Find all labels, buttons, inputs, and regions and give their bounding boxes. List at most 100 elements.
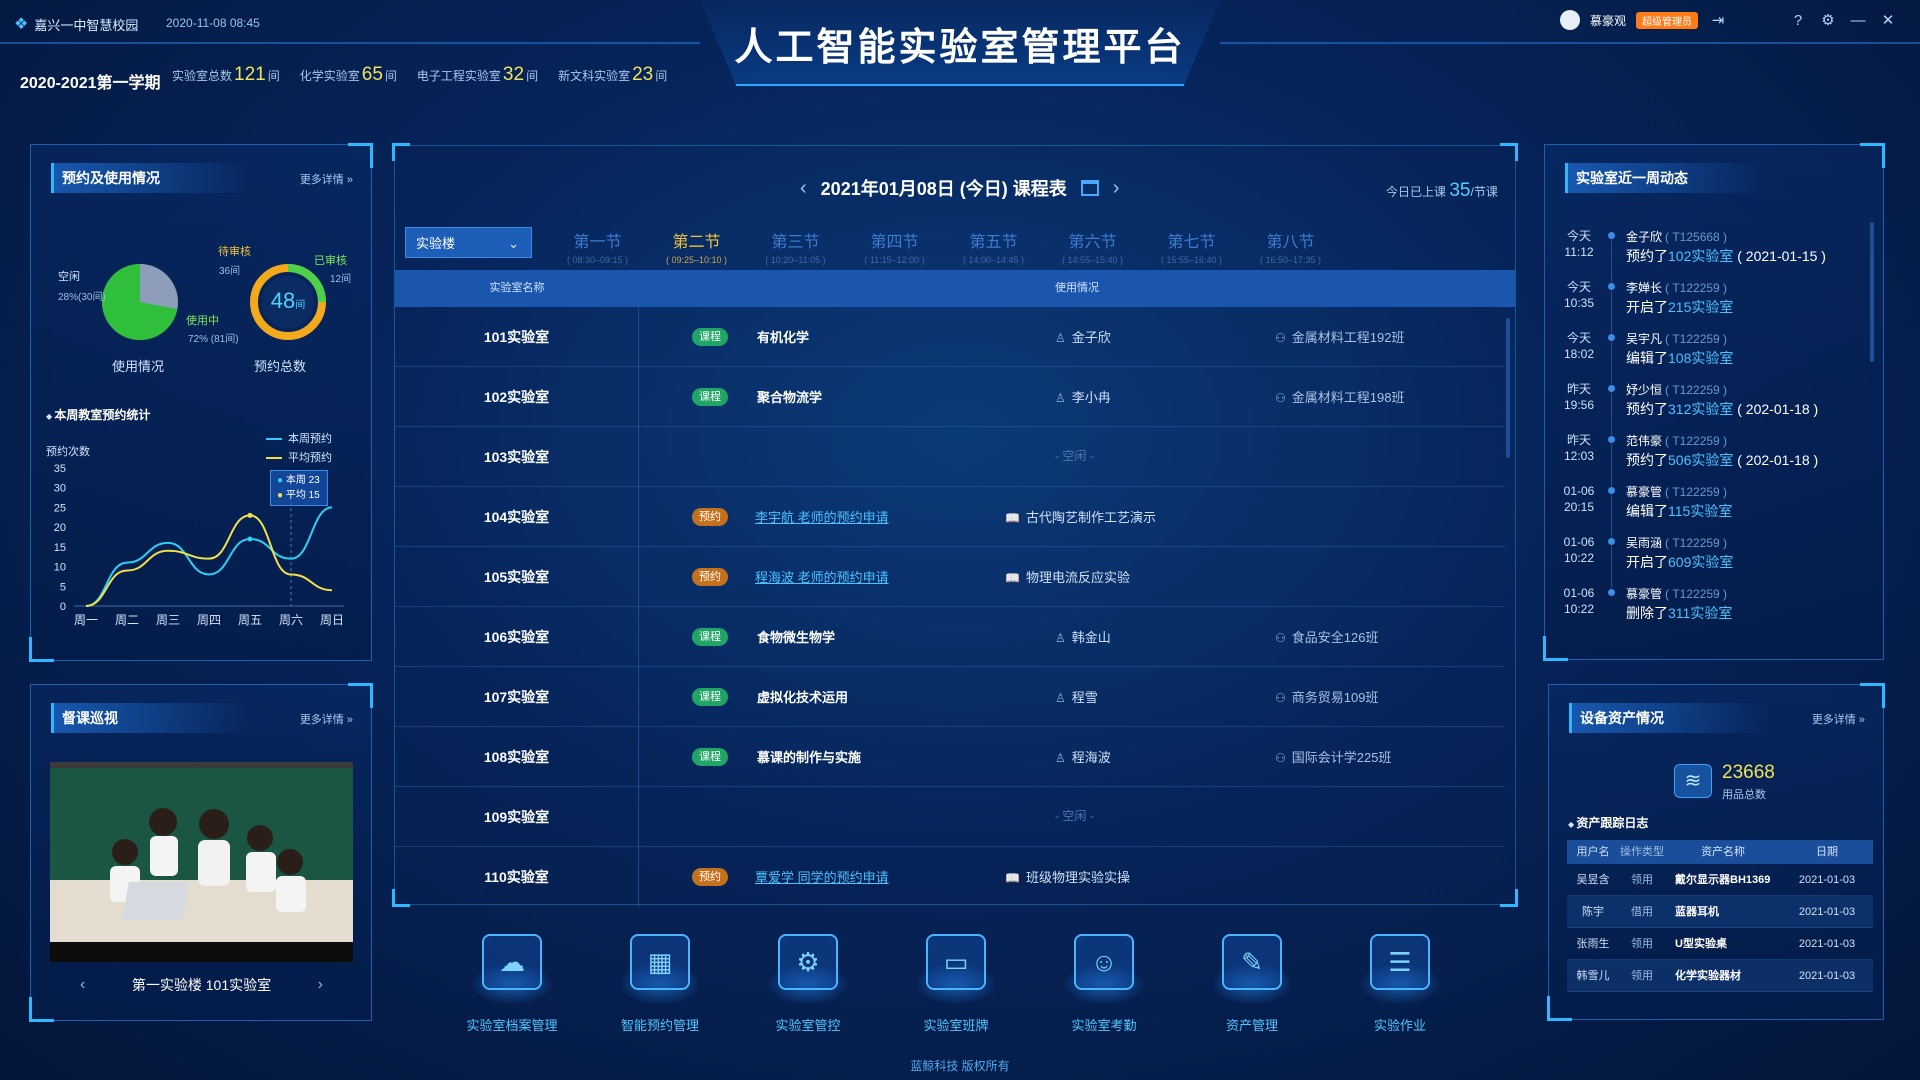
activity-room[interactable]: 102实验室 xyxy=(1668,248,1733,264)
weekly-ylabel: 预约次数 xyxy=(46,446,90,458)
module-booking[interactable]: ▦ 智能预约管理 xyxy=(586,930,734,1040)
activity-room[interactable]: 108实验室 xyxy=(1668,350,1733,366)
prev-day-button[interactable]: ‹ xyxy=(800,177,807,200)
module-homework[interactable]: ☰ 实验作业 xyxy=(1326,930,1474,1040)
period-name: 第四节 xyxy=(870,234,919,251)
row-experiment: 📖 古代陶艺制作工艺演示 xyxy=(1005,507,1156,526)
help-icon[interactable]: ? xyxy=(1788,10,1808,30)
table-row[interactable]: 107实验室 课程 虚拟化技术运用 ♙ 程雪 ⚇ 商务贸易109班 xyxy=(395,667,1505,727)
avatar[interactable] xyxy=(1559,10,1580,30)
table-row[interactable]: 103实验室 - 空闲 - xyxy=(395,427,1505,487)
activity-room[interactable]: 609实验室 xyxy=(1668,554,1733,570)
activity-user-name: 吴雨涵 xyxy=(1626,536,1663,550)
module-control[interactable]: ⚙ 实验室管控 xyxy=(734,930,882,1040)
logout-icon[interactable]: ⇥ xyxy=(1708,10,1728,30)
patrol-next-button[interactable]: › xyxy=(288,976,353,994)
period-time: ( 14:55–15:40 ) xyxy=(1061,255,1124,265)
x-tick-label: 周三 xyxy=(156,613,180,627)
activity-when: 昨天 12:03 xyxy=(1560,432,1598,464)
period-time: ( 09:25–10:10 ) xyxy=(665,255,728,265)
module-assets[interactable]: ✎ 资产管理 xyxy=(1178,930,1326,1040)
activity-when: 今天 18:02 xyxy=(1560,330,1598,362)
usage-caption: 使用情况 xyxy=(112,359,165,374)
stat-label: 电子工程实验室 xyxy=(416,69,501,83)
assets-more-link[interactable]: 更多详情 » xyxy=(1812,711,1865,727)
booking-request-link[interactable]: 李宇航 老师的预约申请 xyxy=(755,507,889,526)
activity-verb: 删除了 xyxy=(1626,605,1668,621)
table-row[interactable]: 109实验室 - 空闲 - xyxy=(395,787,1505,847)
activity-user-name: 吴宇凡 xyxy=(1626,332,1663,346)
module-bar: ☁ 实验室档案管理 ▦ 智能预约管理 ⚙ 实验室管控 ▭ 实验室班牌 ☺ 实验室考勤 ✎ 资… xyxy=(438,930,1474,1040)
patrol-prev-button[interactable]: ‹ xyxy=(50,976,115,994)
activity-room[interactable]: 115实验室 xyxy=(1668,503,1732,519)
assets-panel-title: 设备资产情况 xyxy=(1569,703,1769,733)
tab-period-3[interactable]: 第三节 ( 10:20–11:05 ) xyxy=(746,228,845,265)
homework-icon: ☰ xyxy=(1370,934,1430,990)
table-row[interactable]: 106实验室 课程 食物微生物学 ♙ 韩金山 ⚇ 食品安全126班 xyxy=(395,607,1505,667)
close-icon[interactable]: ✕ xyxy=(1878,10,1898,30)
activity-user: 李婵长( T122259 ) xyxy=(1626,279,1727,296)
teacher-name: 韩金山 xyxy=(1071,630,1111,645)
minimize-icon[interactable]: — xyxy=(1848,10,1868,30)
gear-icon[interactable]: ⚙ xyxy=(1818,10,1838,30)
module-attendance[interactable]: ☺ 实验室考勤 xyxy=(1030,930,1178,1040)
tab-period-7[interactable]: 第七节 ( 15:55–16:40 ) xyxy=(1142,228,1241,265)
activity-action: 预约了102实验室 ( 2021-01-15 ) xyxy=(1626,246,1826,266)
schedule-scrollbar[interactable] xyxy=(1506,318,1510,458)
activity-room[interactable]: 215实验室 xyxy=(1668,299,1733,315)
lab-stats: 实验室总数 121 间 化学实验室 65 间 电子工程实验室 32 间 新文科实验室 23 间 xyxy=(172,64,667,86)
tab-period-4[interactable]: 第四节 ( 11:15–12:00 ) xyxy=(845,228,944,265)
table-row[interactable]: 105实验室 预约 程海波 老师的预约申请 📖 物理电流反应实验 xyxy=(395,547,1505,607)
tab-period-1[interactable]: 第一节 ( 08:30–09:15 ) xyxy=(548,228,647,265)
row-room: 103实验室 xyxy=(395,427,639,487)
table-row[interactable]: 韩雪儿 领用 化学实验器材 2021-01-03 xyxy=(1567,960,1873,992)
tab-period-5[interactable]: 第五节 ( 14:00–14:45 ) xyxy=(944,228,1043,265)
table-row[interactable]: 110实验室 预约 覃爱学 同学的预约申请 📖 班级物理实验实操 xyxy=(395,847,1505,907)
table-row[interactable]: 108实验室 课程 慕课的制作与实施 ♙ 程海波 ⚇ 国际会计学225班 xyxy=(395,727,1505,787)
activity-time: 19:56 xyxy=(1563,398,1595,412)
data-point xyxy=(247,512,253,518)
asset-total: 23668 xyxy=(1722,762,1775,783)
page-title: 人工智能实验室管理平台 xyxy=(734,27,1186,69)
table-row[interactable]: 陈宇 借用 蓝器耳机 2021-01-03 xyxy=(1567,896,1873,928)
user-name[interactable]: 慕豪观 xyxy=(1590,12,1626,29)
booking-request-link[interactable]: 程海波 老师的预约申请 xyxy=(755,567,889,586)
patrol-video[interactable] xyxy=(50,762,353,962)
class-name: 商务贸易109班 xyxy=(1291,690,1379,705)
cloud-archive-icon: ☁ xyxy=(482,934,542,990)
classroom-image xyxy=(50,762,353,962)
tab-period-8[interactable]: 第八节 ( 16:50–17:35 ) xyxy=(1241,228,1340,265)
timeline-dot xyxy=(1608,283,1615,290)
activity-room[interactable]: 312实验室 xyxy=(1668,401,1733,417)
next-day-button[interactable]: › xyxy=(1113,177,1120,200)
y-tick-label: 0 xyxy=(60,601,66,613)
table-row[interactable]: 101实验室 课程 有机化学 ♙ 金子欣 ⚇ 金属材料工程192班 xyxy=(395,307,1505,367)
row-subject: 有机化学 xyxy=(757,330,810,345)
activity-time: 12:03 xyxy=(1563,449,1595,463)
row-class: ⚇ 国际会计学225班 xyxy=(1275,747,1391,766)
table-row[interactable]: 吴昱含 领用 戴尔显示器BH1369 2021-01-03 xyxy=(1567,864,1873,896)
timeline-dot xyxy=(1608,436,1615,443)
module-archive[interactable]: ☁ 实验室档案管理 xyxy=(438,930,586,1040)
calendar-icon[interactable] xyxy=(1080,180,1099,196)
y-tick-label: 20 xyxy=(54,522,66,534)
activity-room[interactable]: 311实验室 xyxy=(1668,605,1732,621)
period-time: ( 16:50–17:35 ) xyxy=(1259,255,1322,265)
stat-electronics: 电子工程实验室 32 间 xyxy=(417,64,538,86)
pending-value: 36间 xyxy=(219,266,241,277)
activity-verb: 预约了 xyxy=(1626,401,1668,417)
usage-more-link[interactable]: 更多详情 » xyxy=(300,171,353,187)
building-select[interactable]: 实验楼 ⌄ xyxy=(405,227,532,258)
activity-verb: 预约了 xyxy=(1626,452,1668,468)
patrol-more-link[interactable]: 更多详情 » xyxy=(300,711,353,727)
activity-day: 01-06 xyxy=(1563,484,1595,498)
table-row[interactable]: 104实验室 预约 李宇航 老师的预约申请 📖 古代陶艺制作工艺演示 xyxy=(395,487,1505,547)
table-row[interactable]: 102实验室 课程 聚合物流学 ♙ 李小冉 ⚇ 金属材料工程198班 xyxy=(395,367,1505,427)
tab-period-6[interactable]: 第六节 ( 14:55–15:40 ) xyxy=(1043,228,1142,265)
booking-request-link[interactable]: 覃爱学 同学的预约申请 xyxy=(755,867,889,886)
tab-period-2[interactable]: 第二节 ( 09:25–10:10 ) xyxy=(647,228,746,275)
activity-room[interactable]: 506实验室 xyxy=(1668,452,1733,468)
table-row[interactable]: 张雨生 领用 U型实验桌 2021-01-03 xyxy=(1567,928,1873,960)
module-signboard[interactable]: ▭ 实验室班牌 xyxy=(882,930,1030,1040)
row-room: 101实验室 xyxy=(395,307,639,367)
